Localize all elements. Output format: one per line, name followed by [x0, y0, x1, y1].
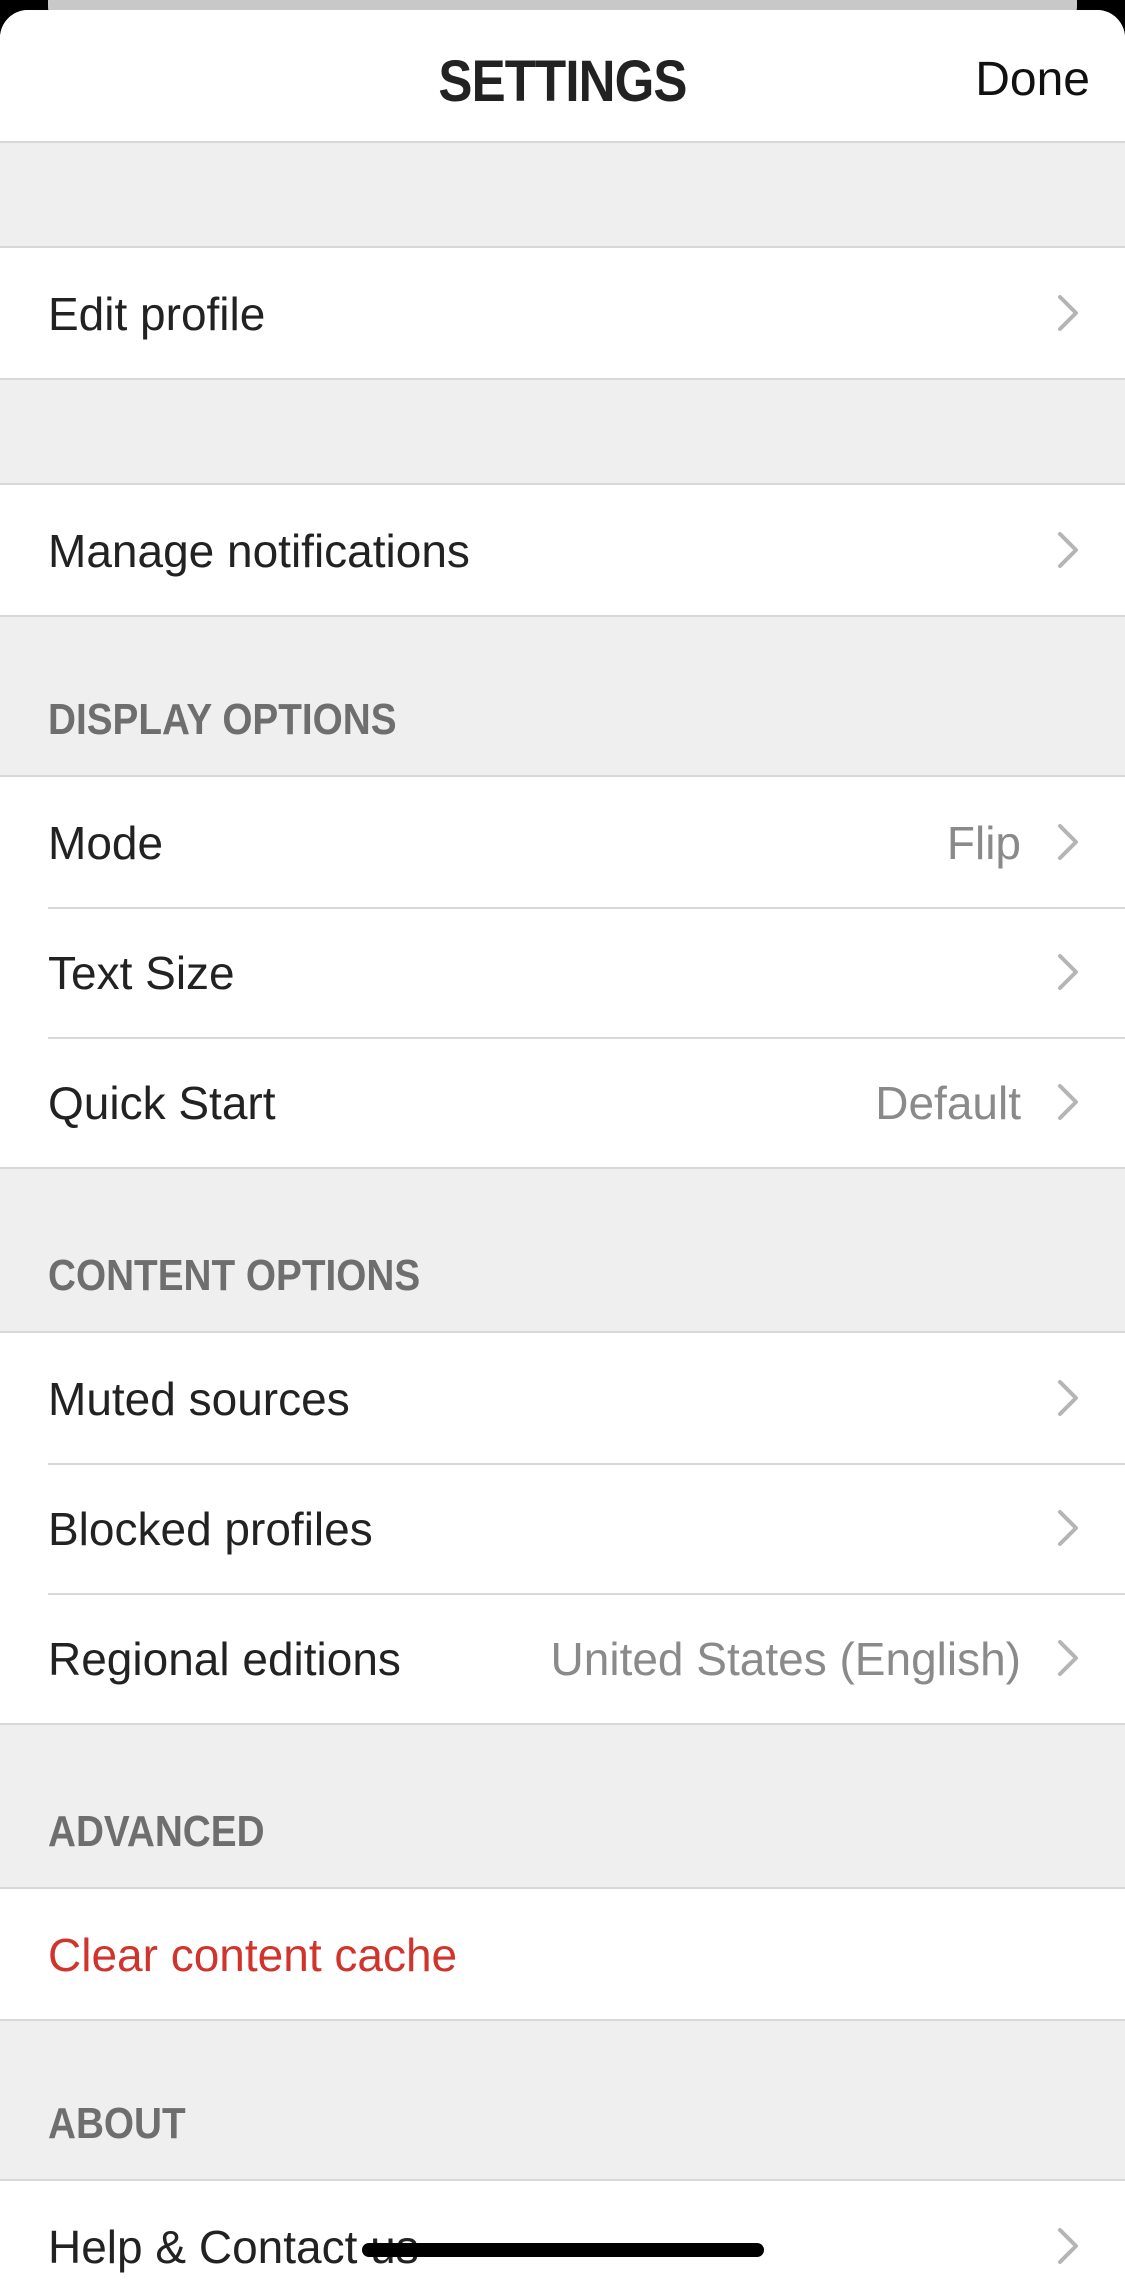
- muted-sources-label: Muted sources: [48, 1373, 350, 1425]
- chevron-right-icon: [1058, 824, 1078, 860]
- home-indicator[interactable]: [362, 2243, 764, 2257]
- about-group: Help & Contact us: [0, 2179, 1125, 2284]
- profile-group: Edit profile: [0, 246, 1125, 380]
- navigation-bar: SETTINGS Done: [0, 10, 1125, 143]
- regional-editions-label: Regional editions: [48, 1633, 401, 1685]
- text-size-label: Text Size: [48, 947, 235, 999]
- notifications-group: Manage notifications: [0, 483, 1125, 617]
- regional-editions-value: United States (English): [550, 1633, 1021, 1685]
- chevron-right-icon: [1058, 954, 1078, 990]
- quick-start-label: Quick Start: [48, 1077, 276, 1129]
- mode-label: Mode: [48, 817, 164, 869]
- chevron-right-icon: [1058, 532, 1078, 568]
- chevron-right-icon: [1058, 2228, 1078, 2264]
- mode-row[interactable]: Mode Flip: [0, 777, 1125, 907]
- advanced-group: Clear content cache: [0, 1887, 1125, 2021]
- edit-profile-row[interactable]: Edit profile: [0, 248, 1125, 378]
- chevron-right-icon: [1058, 1640, 1078, 1676]
- content-options-group: Muted sources Blocked profiles Regional …: [0, 1331, 1125, 1725]
- quick-start-row[interactable]: Quick Start Default: [0, 1037, 1125, 1167]
- about-header: ABOUT: [48, 2099, 186, 2148]
- clear-cache-label: Clear content cache: [48, 1929, 458, 1981]
- display-options-group: Mode Flip Text Size Quick Start Default: [0, 775, 1125, 1169]
- done-button[interactable]: Done: [975, 52, 1090, 107]
- chevron-right-icon: [1058, 1084, 1078, 1120]
- mode-value: Flip: [946, 817, 1021, 869]
- help-contact-row[interactable]: Help & Contact us: [0, 2181, 1125, 2284]
- muted-sources-row[interactable]: Muted sources: [0, 1333, 1125, 1463]
- quick-start-value: Default: [875, 1077, 1021, 1129]
- blocked-profiles-row[interactable]: Blocked profiles: [0, 1463, 1125, 1593]
- text-size-row[interactable]: Text Size: [0, 907, 1125, 1037]
- advanced-header: ADVANCED: [48, 1807, 265, 1856]
- chevron-right-icon: [1058, 1510, 1078, 1546]
- settings-sheet: SETTINGS Done Edit profile Manage notifi…: [0, 10, 1125, 2284]
- manage-notifications-row[interactable]: Manage notifications: [0, 485, 1125, 615]
- display-options-header: DISPLAY OPTIONS: [48, 695, 397, 744]
- content-options-header: CONTENT OPTIONS: [48, 1251, 421, 1300]
- page-title: SETTINGS: [438, 49, 687, 114]
- chevron-right-icon: [1058, 1380, 1078, 1416]
- clear-cache-row[interactable]: Clear content cache: [0, 1889, 1125, 2019]
- chevron-right-icon: [1058, 295, 1078, 331]
- blocked-profiles-label: Blocked profiles: [48, 1503, 373, 1555]
- manage-notifications-label: Manage notifications: [48, 525, 470, 577]
- regional-editions-row[interactable]: Regional editions United States (English…: [0, 1593, 1125, 1723]
- edit-profile-label: Edit profile: [48, 288, 266, 340]
